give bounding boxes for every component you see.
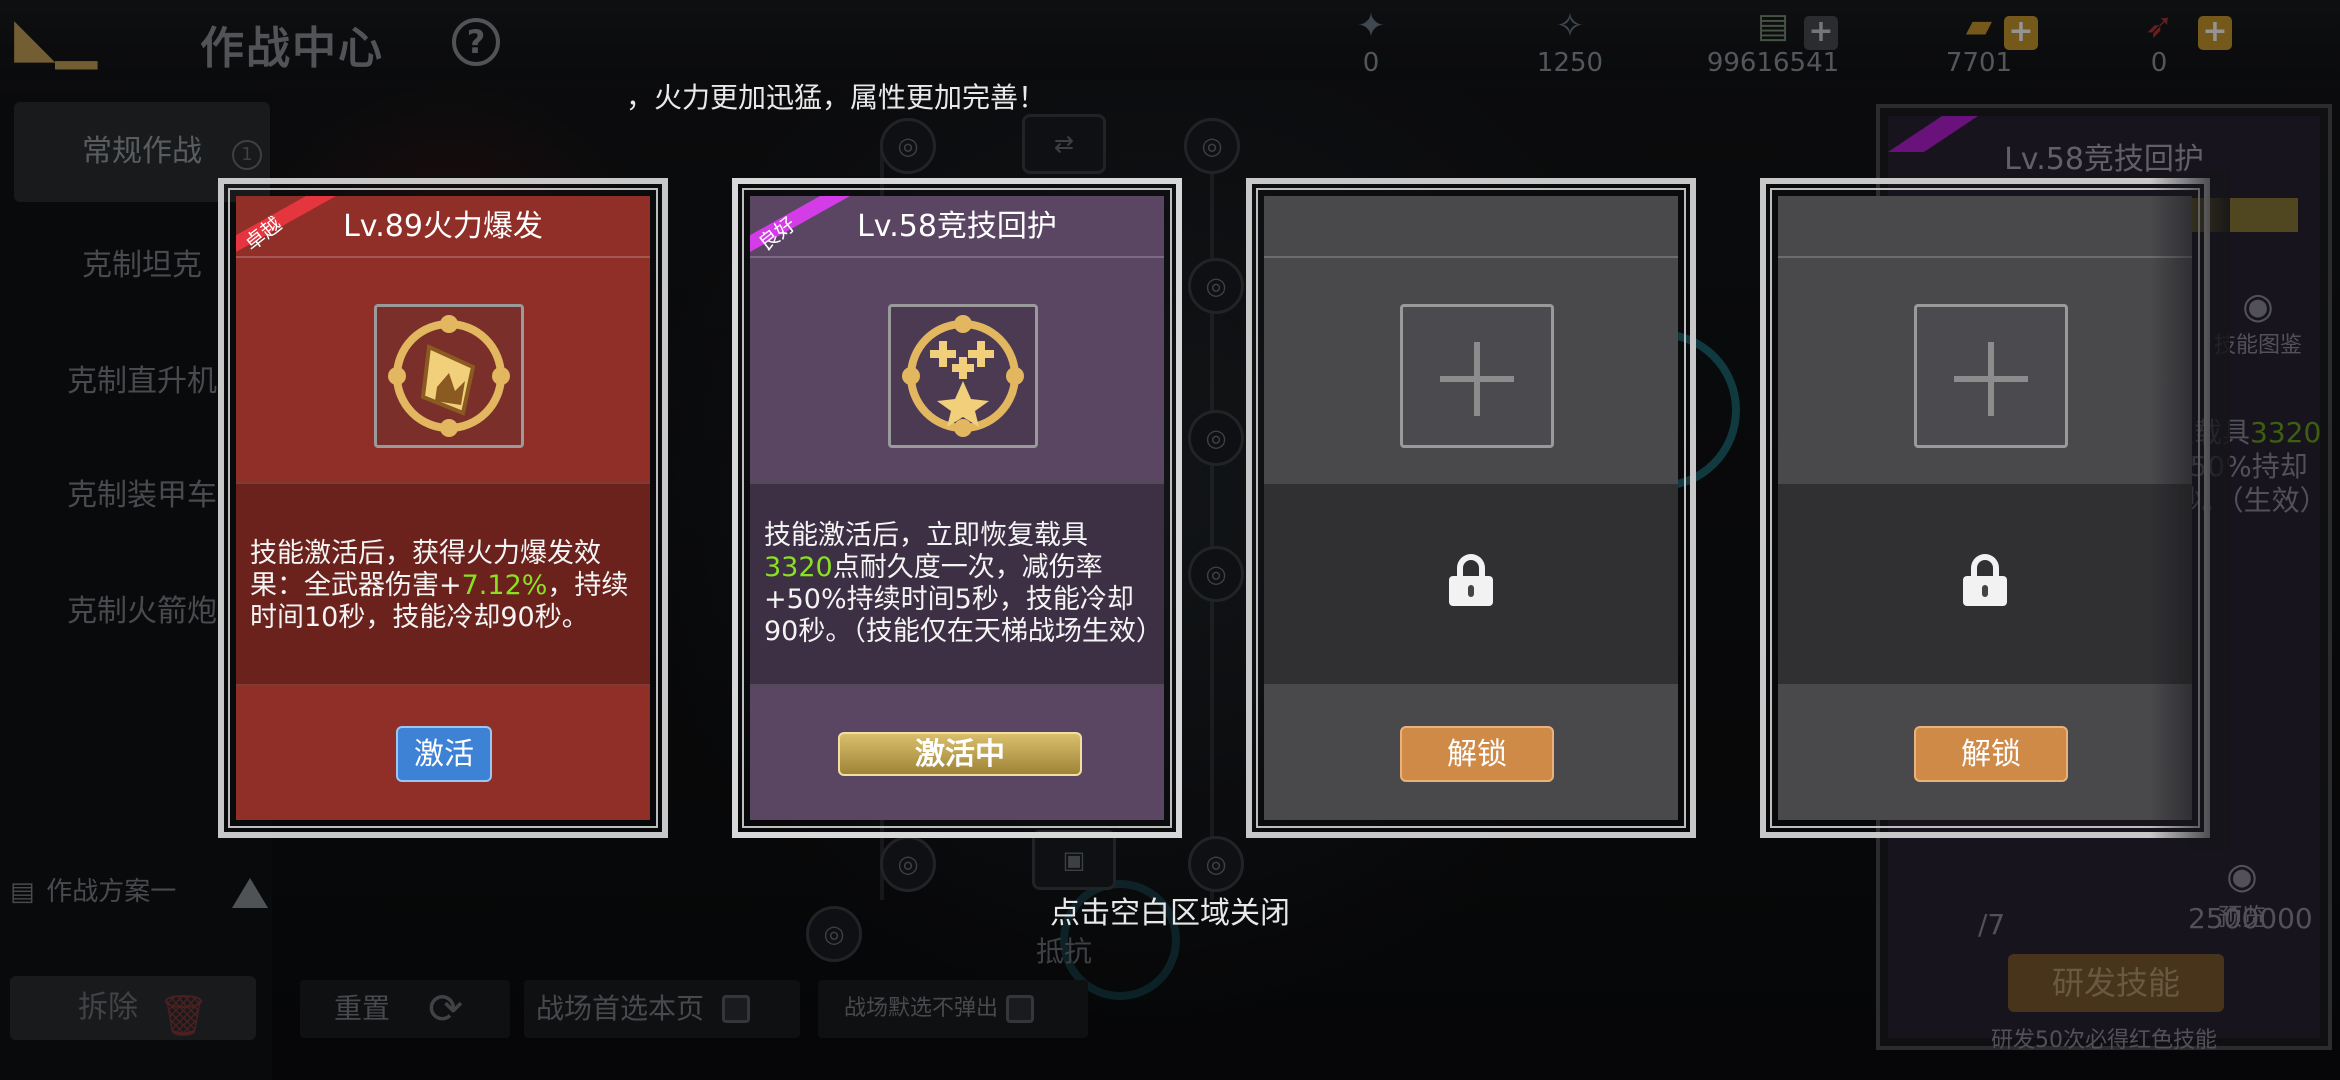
card-face: 卓越 Lv.89火力爆发 技能激活后，获得火力爆发效果：全武器伤害+7.12%，… — [236, 196, 650, 820]
card-description: 技能激活后，获得火力爆发效果：全武器伤害+7.12%，持续时间10秒，技能冷却9… — [250, 538, 636, 634]
card-description-zone — [1264, 482, 1678, 686]
arena-guard-skill-icon — [888, 304, 1038, 448]
empty-skill-slot: 解锁 — [1246, 178, 1696, 838]
desc-value: 7.12% — [461, 570, 548, 601]
lock-icon — [1963, 554, 2007, 606]
card-face: 解锁 — [1778, 196, 2192, 820]
card-description-zone: 技能激活后，立即恢复载具3320点耐久度一次，减伤率+50%持续时间5秒，技能冷… — [750, 482, 1164, 686]
empty-skill-slot: 解锁 — [1760, 178, 2210, 838]
add-skill-button[interactable] — [1914, 304, 2068, 448]
desc-text: 技能激活后，立即恢复载具 — [764, 520, 1088, 551]
card-title: Lv.89火力爆发 — [236, 196, 650, 258]
close-hint: 点击空白区域关闭 — [1050, 896, 1290, 931]
card-face: 良好 Lv.58竞技回护 技能激活后，立即恢复载具3320点耐久度一次，减伤率+… — [750, 196, 1164, 820]
add-skill-button[interactable] — [1400, 304, 1554, 448]
desc-value: 3320 — [764, 552, 833, 583]
activating-button[interactable]: 激活中 — [838, 732, 1082, 776]
lock-icon — [1449, 554, 1493, 606]
edge-fade — [2150, 170, 2230, 850]
card-description: 技能激活后，立即恢复载具3320点耐久度一次，减伤率+50%持续时间5秒，技能冷… — [764, 520, 1163, 648]
card-title — [1778, 196, 2192, 258]
unlock-button[interactable]: 解锁 — [1400, 726, 1554, 782]
skill-card-fire-burst: 卓越 Lv.89火力爆发 技能激活后，获得火力爆发效果：全武器伤害+7.12%，… — [218, 178, 668, 838]
plus-icon — [1474, 342, 1480, 416]
fire-burst-skill-icon — [374, 304, 524, 448]
card-title — [1264, 196, 1678, 258]
card-description-zone — [1778, 482, 2192, 686]
card-face: 解锁 — [1264, 196, 1678, 820]
card-title: Lv.58竞技回护 — [750, 196, 1164, 258]
plus-icon — [1988, 342, 1994, 416]
card-description-zone: 技能激活后，获得火力爆发效果：全武器伤害+7.12%，持续时间10秒，技能冷却9… — [236, 482, 650, 686]
scroll-banner: ，火力更加迅猛，属性更加完善！ — [626, 81, 1047, 114]
skill-card-arena-guard: 良好 Lv.58竞技回护 技能激活后，立即恢复载具3320点耐久度一次，减伤率+… — [732, 178, 1182, 838]
activate-button[interactable]: 激活 — [396, 726, 492, 782]
unlock-button[interactable]: 解锁 — [1914, 726, 2068, 782]
